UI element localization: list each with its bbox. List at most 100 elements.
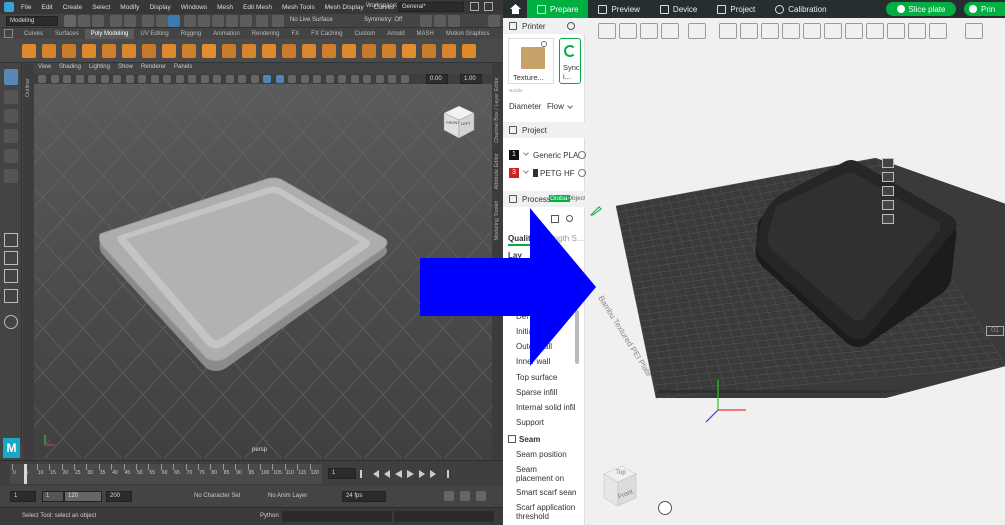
poly-pipe-icon[interactable]	[162, 44, 176, 58]
viewport-tool-icon[interactable]	[250, 75, 259, 83]
current-frame-field[interactable]: 1	[328, 468, 356, 479]
time-slider[interactable]: 0510152025303540455055606570758085909510…	[0, 460, 503, 486]
svg-icon[interactable]	[202, 44, 216, 58]
shelf-tab-surfaces[interactable]: Surfaces	[49, 29, 85, 39]
viewport-tool-icon[interactable]	[288, 75, 296, 83]
viewport-tool-icon[interactable]	[138, 75, 146, 83]
info-icon[interactable]	[541, 41, 547, 47]
workspace-options-icon[interactable]	[484, 2, 493, 11]
snap-grid-icon[interactable]	[184, 15, 196, 27]
poly-type-icon[interactable]	[182, 44, 196, 58]
filament-2-name[interactable]: PETG HF	[540, 169, 575, 178]
shelf-tab-curves[interactable]: Curves	[18, 29, 49, 39]
tab-prepare[interactable]: Prepare	[527, 0, 589, 18]
smooth-icon[interactable]	[262, 44, 276, 58]
fill-hole-icon[interactable]	[422, 44, 436, 58]
outliner-strip-label[interactable]: Outliner	[25, 78, 31, 97]
viewport-tool-icon[interactable]	[400, 75, 409, 83]
shelf-tab-rigging[interactable]: Rigging	[175, 29, 207, 39]
shelf-tab-arnold[interactable]: Arnold	[381, 29, 410, 39]
seam-item-0[interactable]: Seam position	[516, 450, 576, 459]
slice-plate-button[interactable]: Slice plate	[886, 2, 956, 16]
shelf-tab-animation[interactable]: Animation	[207, 29, 246, 39]
vp-menu-lighting[interactable]: Lighting	[85, 64, 114, 74]
new-scene-icon[interactable]	[64, 15, 76, 27]
menu-mesh-display[interactable]: Mesh Display	[320, 4, 369, 11]
undo-icon[interactable]	[110, 15, 122, 27]
arrange-plate-icon[interactable]	[882, 186, 894, 196]
history-icon[interactable]	[256, 15, 268, 27]
orient-plate-icon[interactable]	[882, 200, 894, 210]
filament-1-name[interactable]: Generic PLA	[533, 151, 578, 160]
poly-cube-icon[interactable]	[42, 44, 56, 58]
viewport-tool-icon[interactable]	[213, 75, 221, 83]
workspace-dropdown[interactable]: General*	[398, 2, 464, 12]
shelf-tab-fx[interactable]: FX	[285, 29, 305, 39]
camera-fit-icon[interactable]	[658, 501, 672, 515]
mode-dropdown[interactable]: Modeling	[6, 16, 58, 26]
menu-mesh-tools[interactable]: Mesh Tools	[277, 4, 320, 11]
quality-item-7[interactable]: Support	[516, 418, 576, 427]
combine-icon[interactable]	[222, 44, 236, 58]
filament-slot-1[interactable]: 1	[509, 150, 519, 160]
chevron-down-icon[interactable]	[523, 150, 529, 156]
zoom-icon[interactable]	[4, 315, 18, 329]
target-weld-icon[interactable]	[402, 44, 416, 58]
side-by-side-icon[interactable]	[4, 269, 18, 283]
quality-item-6[interactable]: Internal solid infill	[516, 403, 576, 412]
shelf-tab-custom[interactable]: Custom	[349, 29, 382, 39]
vp-menu-view[interactable]: View	[34, 64, 55, 74]
paint-select-icon[interactable]	[4, 109, 18, 123]
viewport-tool-icon[interactable]	[263, 75, 271, 83]
range-inner-start[interactable]: 1	[42, 491, 64, 502]
select-object-icon[interactable]	[156, 15, 168, 27]
chevron-down-icon[interactable]	[567, 103, 573, 109]
vp-menu-show[interactable]: Show	[114, 64, 137, 74]
anim-layer-dropdown[interactable]: No Anim Layer	[268, 493, 307, 499]
viewport-tool-icon[interactable]	[75, 75, 84, 83]
viewport-tool-icon[interactable]	[38, 75, 46, 83]
snap-view-icon[interactable]	[226, 15, 238, 27]
menu-windows[interactable]: Windows	[176, 4, 212, 11]
home-icon[interactable]	[503, 0, 527, 18]
tab-preview[interactable]: Preview	[588, 0, 649, 18]
objects-toggle[interactable]: Objects	[567, 195, 585, 202]
shelf-tab-motion-graphics[interactable]: Motion Graphics	[440, 29, 496, 39]
four-view-icon[interactable]	[4, 251, 18, 265]
menu-modify[interactable]: Modify	[115, 4, 144, 11]
menu-edit-mesh[interactable]: Edit Mesh	[238, 4, 277, 11]
poly-disc-icon[interactable]	[142, 44, 156, 58]
render-frame-icon[interactable]	[420, 15, 432, 27]
snap-surface-icon[interactable]	[240, 15, 252, 27]
quality-item-4[interactable]: Top surface	[516, 373, 576, 382]
step-back-frame-icon[interactable]	[384, 470, 390, 478]
extrude-icon[interactable]	[322, 44, 336, 58]
single-view-icon[interactable]	[4, 233, 18, 247]
poly-cylinder-icon[interactable]	[62, 44, 76, 58]
symmetry-label[interactable]: Symmetry: Off	[364, 17, 402, 23]
attribute-editor-tab[interactable]: Attribute Editor	[494, 153, 500, 189]
ipr-render-icon[interactable]	[434, 15, 446, 27]
step-forward-key-icon[interactable]	[430, 470, 436, 478]
current-time-indicator[interactable]	[24, 464, 27, 484]
viewport-tool-icon[interactable]	[63, 75, 71, 83]
bambu-viewcube[interactable]: Top Front	[596, 464, 640, 508]
filament-slot-3[interactable]: 3	[509, 168, 519, 178]
separate-icon[interactable]	[242, 44, 256, 58]
viewport-tool-icon[interactable]	[300, 75, 309, 83]
shelf-tab-rendering[interactable]: Rendering	[246, 29, 286, 39]
chevron-down-icon[interactable]	[523, 168, 529, 174]
viewport-tool-icon[interactable]	[225, 75, 234, 83]
menu-file[interactable]: File	[16, 4, 36, 11]
save-scene-icon[interactable]	[92, 15, 104, 27]
outliner-layout-icon[interactable]	[4, 289, 18, 303]
append-icon[interactable]	[362, 44, 376, 58]
range-inner-end[interactable]: 120	[64, 491, 102, 502]
fps-dropdown[interactable]: 24 fps	[342, 491, 386, 502]
seam-item-1[interactable]: Seam placement on overhangs(expe	[516, 465, 576, 483]
viewport-tool-icon[interactable]	[375, 75, 384, 83]
viewport-tool-icon[interactable]	[113, 75, 121, 83]
lock-plate-icon[interactable]	[882, 172, 894, 182]
viewport-tool-icon[interactable]	[125, 75, 134, 83]
viewport-tool-icon[interactable]	[50, 75, 59, 83]
